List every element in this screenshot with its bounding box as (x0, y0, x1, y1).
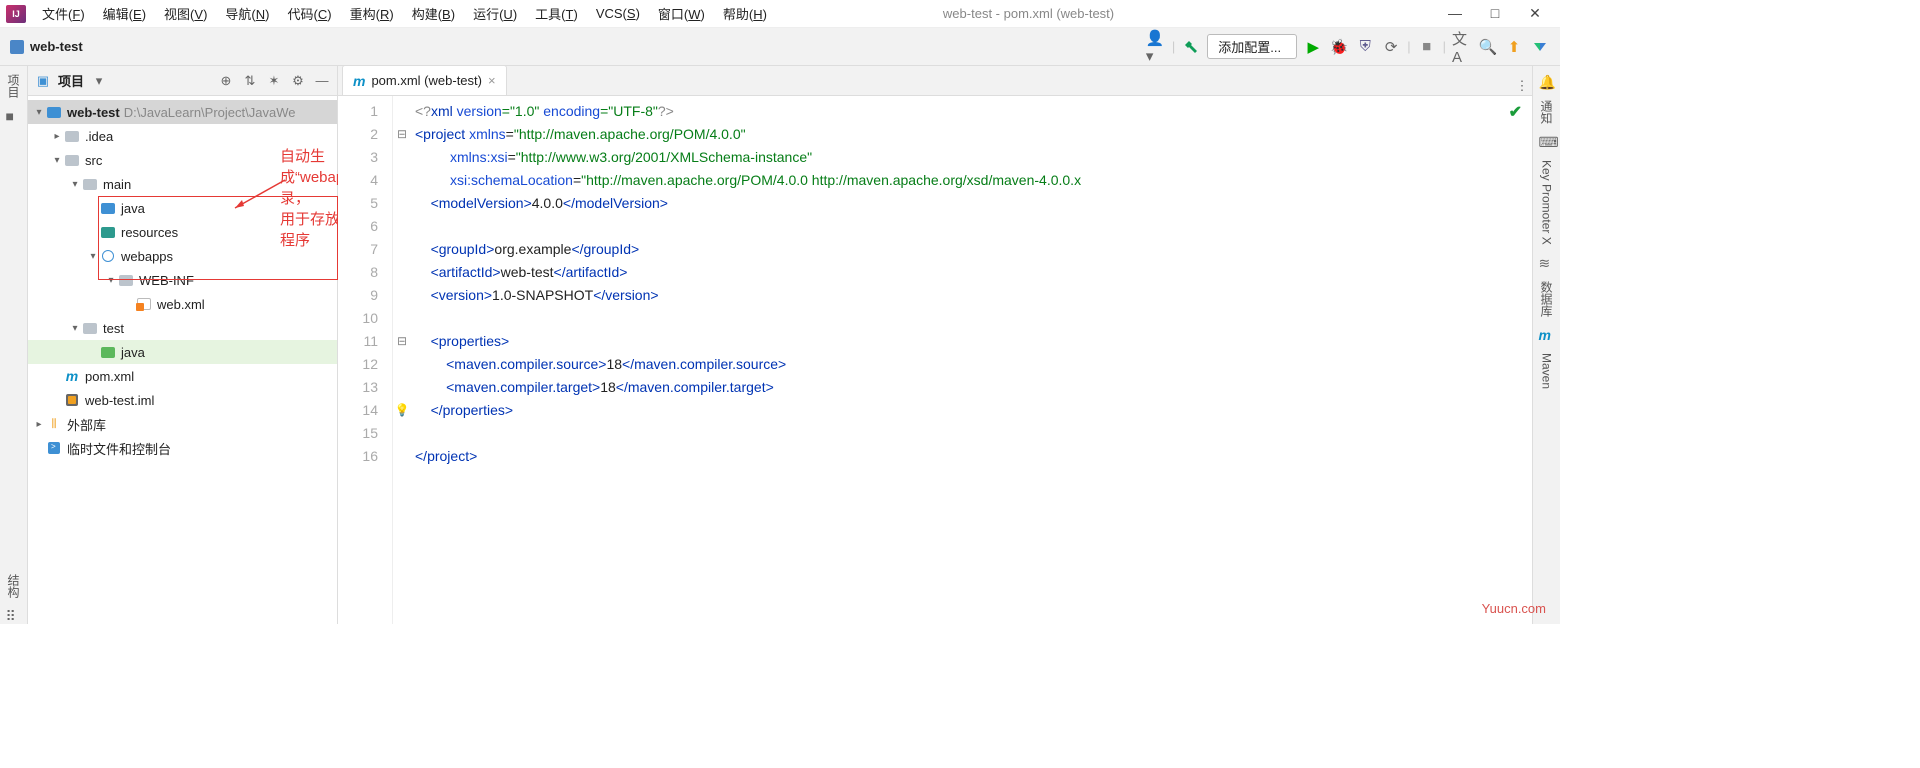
inspections-ok-icon[interactable]: ✔ (1509, 102, 1522, 122)
search-icon[interactable]: 🔍 (1478, 37, 1498, 57)
tree-webinf[interactable]: ▾WEB-INF (28, 268, 337, 292)
profile-icon[interactable]: ⟳ (1381, 37, 1401, 57)
menu-window[interactable]: 窗口(W) (650, 2, 713, 25)
menu-refactor[interactable]: 重构(R) (342, 2, 402, 25)
codewithme-icon[interactable] (1530, 37, 1550, 57)
user-icon[interactable]: 👤▾ (1146, 37, 1166, 57)
code-text[interactable]: <?xml version="1.0" encoding="UTF-8"?> <… (411, 96, 1532, 624)
keypromoter-icon[interactable]: ⌨ (1539, 134, 1555, 150)
tool-database[interactable]: 数据库 (1538, 281, 1555, 317)
maximize-icon[interactable]: □ (1488, 5, 1502, 22)
expand-icon[interactable]: ✶ (265, 72, 283, 90)
menu-code[interactable]: 代码(C) (280, 2, 340, 25)
chevron-down-icon[interactable]: ▾ (90, 72, 108, 90)
bell-icon[interactable]: 🔔 (1539, 74, 1555, 90)
line-gutter: 12345678910111213141516 (338, 96, 393, 624)
menu-view[interactable]: 视图(V) (156, 2, 215, 25)
run-config-select[interactable]: 添加配置... (1207, 34, 1297, 59)
tool-maven[interactable]: Maven (1540, 353, 1554, 389)
tab-close-icon[interactable]: × (488, 73, 496, 88)
tool-notify[interactable]: 通知 (1538, 100, 1555, 124)
tree-scratch[interactable]: 临时文件和控制台 (28, 436, 337, 460)
editor-tabs: m pom.xml (web-test) × ⋮ (338, 66, 1532, 96)
menu-build[interactable]: 构建(B) (404, 2, 463, 25)
database-icon[interactable]: ≋ (1539, 255, 1555, 271)
menu-bar: IJ 文件(F) 编辑(E) 视图(V) 导航(N) 代码(C) 重构(R) 构… (0, 0, 1560, 28)
debug-icon[interactable]: 🐞 (1329, 37, 1349, 57)
app-logo-icon: IJ (6, 5, 26, 23)
update-icon[interactable]: ⬆ (1504, 37, 1524, 57)
tree-iml[interactable]: web-test.iml (28, 388, 337, 412)
watermark: Yuucn.com (1482, 601, 1546, 616)
panel-title: 项目 (58, 71, 84, 90)
menu-file[interactable]: 文件(F) (34, 2, 93, 25)
build-icon[interactable] (1181, 37, 1201, 57)
bulb-icon[interactable]: 💡 (393, 399, 411, 422)
tab-label: pom.xml (web-test) (371, 73, 482, 88)
translate-icon[interactable]: 文A (1452, 37, 1472, 57)
target-icon[interactable]: ⊕ (217, 72, 235, 90)
breadcrumb-project[interactable]: web-test (30, 39, 83, 54)
tree-main[interactable]: ▾main (28, 172, 337, 196)
left-tool-strip: 项目 ■ 结构 ⠿ (0, 66, 28, 624)
panel-header: ▣ 项目 ▾ ⊕ ⇅ ✶ ⚙ — (28, 66, 337, 96)
menu-help[interactable]: 帮助(H) (715, 2, 775, 25)
sort-icon[interactable]: ⇅ (241, 72, 259, 90)
settings-icon[interactable]: ⚙ (289, 72, 307, 90)
navigation-bar: web-test 👤▾ | 添加配置... ▶ 🐞 ⛨ ⟳ | ■ | 文A 🔍… (0, 28, 1560, 66)
menu-edit[interactable]: 编辑(E) (95, 2, 154, 25)
coverage-icon[interactable]: ⛨ (1355, 37, 1375, 57)
menu-vcs[interactable]: VCS(S) (588, 4, 648, 23)
code-editor[interactable]: 12345678910111213141516 ⊟ ⊟ 💡 <?xml vers… (338, 96, 1532, 624)
tree-test[interactable]: ▾test (28, 316, 337, 340)
menu-run[interactable]: 运行(U) (465, 2, 525, 25)
run-icon[interactable]: ▶ (1303, 37, 1323, 57)
maven-file-icon: m (353, 73, 365, 89)
tab-pom[interactable]: m pom.xml (web-test) × (342, 65, 507, 95)
project-tool-window: ▣ 项目 ▾ ⊕ ⇅ ✶ ⚙ — ▾web-testD:\JavaLearn\P… (28, 66, 338, 624)
tree-resources[interactable]: resources (28, 220, 337, 244)
maven-icon[interactable]: m (1539, 327, 1555, 343)
panel-view-icon[interactable]: ▣ (34, 72, 52, 90)
tree-pom[interactable]: mpom.xml (28, 364, 337, 388)
bookmarks-icon[interactable]: ■ (6, 108, 22, 124)
tool-project[interactable]: 项目 (5, 74, 22, 98)
fold-gutter: ⊟ ⊟ 💡 (393, 96, 411, 624)
minimize-icon[interactable]: — (1448, 5, 1462, 22)
window-title: web-test - pom.xml (web-test) (943, 6, 1114, 21)
stop-icon[interactable]: ■ (1417, 37, 1437, 57)
tool-keypromoter[interactable]: Key Promoter X (1540, 160, 1554, 245)
tab-more-icon[interactable]: ⋮ (1512, 77, 1532, 95)
menu-navigate[interactable]: 导航(N) (217, 2, 277, 25)
tree-src[interactable]: ▾src (28, 148, 337, 172)
tree-idea[interactable]: ▸.idea (28, 124, 337, 148)
tree-java[interactable]: java (28, 196, 337, 220)
editor-area: m pom.xml (web-test) × ⋮ 123456789101112… (338, 66, 1532, 624)
structure-icon[interactable]: ⠿ (6, 608, 22, 624)
project-tree: ▾web-testD:\JavaLearn\Project\JavaWe ▸.i… (28, 96, 337, 464)
module-icon (10, 40, 24, 54)
tree-test-java[interactable]: java (28, 340, 337, 364)
close-icon[interactable]: ✕ (1528, 5, 1542, 22)
tree-webapps[interactable]: ▾webapps (28, 244, 337, 268)
hide-icon[interactable]: — (313, 72, 331, 90)
right-tool-strip: 🔔 通知 ⌨ Key Promoter X ≋ 数据库 m Maven (1532, 66, 1560, 624)
tree-webxml[interactable]: web.xml (28, 292, 337, 316)
tree-root[interactable]: ▾web-testD:\JavaLearn\Project\JavaWe (28, 100, 337, 124)
tool-structure[interactable]: 结构 (5, 574, 22, 598)
menu-tools[interactable]: 工具(T) (527, 2, 586, 25)
tree-libs[interactable]: ▸⫼外部库 (28, 412, 337, 436)
